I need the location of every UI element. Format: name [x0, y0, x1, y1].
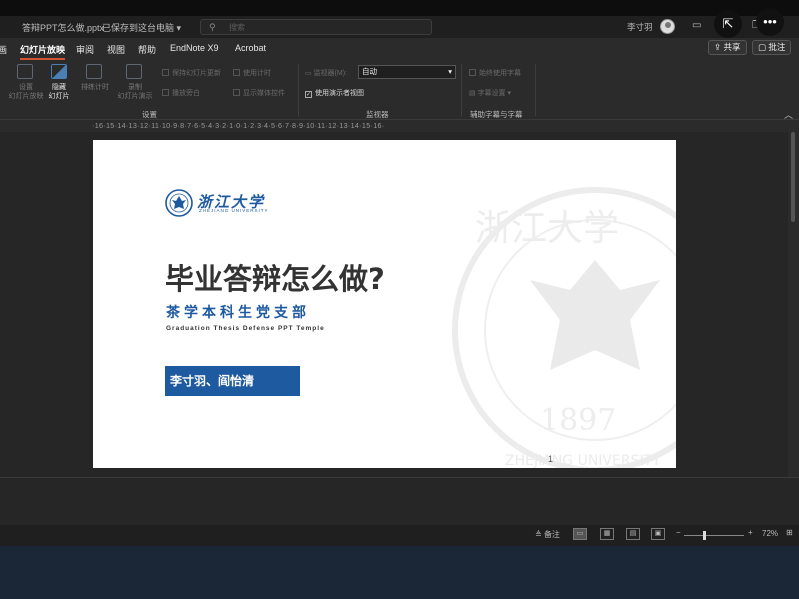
tab-review[interactable]: 审阅: [76, 43, 94, 56]
notes-pane[interactable]: [0, 477, 799, 525]
horizontal-ruler: ·16·15·14·13·12·11·10·9·8·7·6·5·4·3·2·1·…: [92, 121, 676, 132]
slide[interactable]: 1897 浙江大学 ZHEJIANG UNIVERSITY 浙江大学 ZHEJI…: [93, 140, 676, 468]
tab-acrobat[interactable]: Acrobat: [235, 43, 266, 53]
tab-endnote[interactable]: EndNote X9: [170, 43, 219, 53]
monitor-label: ▭ 监视器(M):: [305, 70, 348, 77]
university-watermark: 1897 浙江大学 ZHEJIANG UNIVERSITY: [452, 187, 676, 468]
zoom-level[interactable]: 72%: [762, 529, 778, 538]
setup-slideshow-button[interactable]: 设置 幻灯片放映: [4, 83, 48, 101]
notes-button[interactable]: ≜ 备注: [535, 529, 560, 540]
monitor-select[interactable]: 自动 ▾: [358, 65, 456, 79]
share-button[interactable]: ⇪ 共享: [708, 40, 747, 55]
title-bar: 答辩PPT怎么做.pptx 已保存到这台电脑 ▾ ⚲ 搜索 李寸羽 ▭ ❐: [0, 16, 799, 38]
avatar[interactable]: [660, 19, 675, 34]
top-frame: [0, 0, 799, 16]
group-label-setup: 设置: [142, 110, 157, 119]
status-bar: ≜ 备注 ▭ ▦ ▤ ▣ − + 72% ⊞: [0, 525, 799, 546]
media-controls-checkbox[interactable]: 显示媒体控件: [233, 88, 285, 98]
slideshow-view-icon[interactable]: ▣: [651, 528, 665, 540]
powerpoint-window: 答辩PPT怎么做.pptx 已保存到这台电脑 ▾ ⚲ 搜索 李寸羽 ▭ ❐ ⇱ …: [0, 0, 799, 546]
presenter-view-checkbox[interactable]: ✓ 使用演示者视图: [305, 88, 364, 98]
fit-slide-icon[interactable]: ⊞: [786, 528, 793, 537]
university-name-en: ZHEJIANG UNIVERSITY: [199, 208, 269, 213]
more-options-icon[interactable]: •••: [756, 8, 784, 36]
watermark-year: 1897: [540, 403, 616, 438]
search-placeholder: 搜索: [229, 23, 245, 32]
file-name: 答辩PPT怎么做.pptx: [22, 23, 105, 33]
desktop-background: [0, 546, 799, 599]
tab-slideshow[interactable]: 幻灯片放映: [20, 43, 66, 60]
slide-title: 毕业答辩怎么做?: [165, 262, 385, 296]
subtitles-checkbox[interactable]: 始终使用字幕: [469, 68, 521, 78]
zoom-out-icon[interactable]: −: [676, 528, 681, 537]
rehearse-button[interactable]: 排练计时: [76, 83, 114, 92]
zoom-slider[interactable]: [684, 535, 744, 536]
reading-view-icon[interactable]: ▤: [626, 528, 640, 540]
search-box[interactable]: ⚲ 搜索: [200, 19, 432, 35]
watermark-name: ZHEJIANG UNIVERSITY: [505, 453, 661, 468]
university-logo-icon: [165, 189, 193, 217]
normal-view-icon[interactable]: ▭: [573, 528, 587, 540]
group-label-monitors: 监视器: [366, 110, 389, 119]
separator: [535, 64, 536, 116]
scrollbar-thumb[interactable]: [791, 132, 795, 222]
rehearse-icon: [86, 64, 102, 79]
save-status[interactable]: 已保存到这台电脑 ▾: [102, 21, 181, 34]
record-icon: [126, 64, 142, 79]
hide-slide-button[interactable]: 隐藏 幻灯片: [44, 83, 74, 101]
slide-subtitle: 茶学本科生党支部: [166, 305, 310, 321]
slide-english-subtitle: Graduation Thesis Defense PPT Temple: [166, 325, 325, 332]
ribbon-display-icon[interactable]: ▭: [692, 20, 701, 31]
search-icon: ⚲: [209, 22, 216, 32]
hide-slide-icon: [51, 64, 67, 79]
tab-draw[interactable]: 画: [0, 43, 7, 56]
keep-updated-checkbox[interactable]: 保持幻灯片更新: [162, 68, 221, 78]
separator: [461, 64, 462, 116]
subtitle-settings-button[interactable]: ▤ 字幕设置 ▾: [469, 88, 511, 98]
user-name[interactable]: 李寸羽: [627, 21, 653, 33]
comments-button[interactable]: ▢ 批注: [752, 40, 792, 55]
share-screen-icon[interactable]: ⇱: [714, 10, 742, 38]
slide-number: 1: [548, 454, 554, 464]
separator: [298, 64, 299, 116]
watermark-chars: 浙江大学: [475, 208, 619, 249]
setup-slideshow-icon: [17, 64, 33, 79]
zoom-slider-thumb[interactable]: [703, 531, 706, 540]
vertical-scrollbar[interactable]: [788, 120, 799, 477]
use-timings-checkbox[interactable]: 使用计时: [233, 68, 271, 78]
chevron-down-icon: ▾: [448, 67, 452, 76]
record-button[interactable]: 录制 幻灯片演示: [110, 83, 160, 101]
ribbon-tabs: 画 幻灯片放映 审阅 视图 帮助 EndNote X9 Acrobat: [0, 38, 799, 60]
tab-view[interactable]: 视图: [107, 43, 125, 56]
play-narrations-checkbox[interactable]: 播放旁白: [162, 88, 200, 98]
slide-sorter-icon[interactable]: ▦: [600, 528, 614, 540]
group-label-captions: 辅助字幕与字幕: [470, 110, 523, 119]
tab-help[interactable]: 帮助: [138, 43, 156, 56]
author-box: 李寸羽、阎怡清: [165, 366, 300, 396]
zoom-in-icon[interactable]: +: [748, 528, 753, 537]
